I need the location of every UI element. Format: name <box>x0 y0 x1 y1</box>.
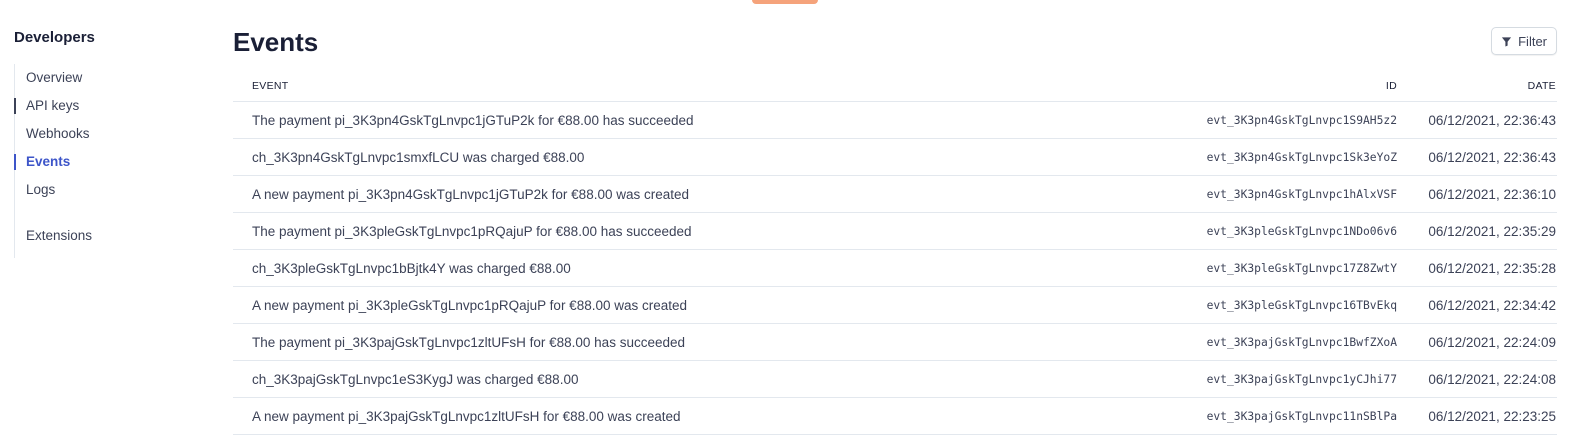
sidebar-item-api-keys[interactable]: API keys <box>14 92 214 120</box>
event-cell: A new payment pi_3K3pajGskTgLnvpc1zltUFs… <box>252 408 681 424</box>
table-row[interactable]: A new payment pi_3K3pajGskTgLnvpc1zltUFs… <box>233 398 1557 435</box>
event-cell: ch_3K3pn4GskTgLnvpc1smxfLCU was charged … <box>252 149 585 165</box>
event-cell: A new payment pi_3K3pn4GskTgLnvpc1jGTuP2… <box>252 186 690 202</box>
event-id-cell: evt_3K3pleGskTgLnvpc17Z8ZwtY <box>1206 261 1397 275</box>
table-body: The payment pi_3K3pn4GskTgLnvpc1jGTuP2k … <box>233 102 1557 435</box>
event-id-cell: evt_3K3pn4GskTgLnvpc1S9AH5z2 <box>1206 113 1397 127</box>
event-id-cell: evt_3K3pajGskTgLnvpc11nSBlPa <box>1206 409 1397 423</box>
filter-funnel-icon <box>1501 36 1512 47</box>
sidebar-item-events[interactable]: Events <box>14 148 214 176</box>
sidebar-nav: Overview API keys Webhooks Events Logs E… <box>14 64 214 258</box>
top-accent-tab <box>752 0 818 4</box>
event-cell: ch_3K3pajGskTgLnvpc1eS3KygJ was charged … <box>252 371 579 387</box>
event-cell: The payment pi_3K3pajGskTgLnvpc1zltUFsH … <box>252 334 685 350</box>
sidebar-item-webhooks[interactable]: Webhooks <box>15 120 214 148</box>
event-id-cell: evt_3K3pn4GskTgLnvpc1Sk3eYoZ <box>1206 150 1397 164</box>
event-cell: ch_3K3pleGskTgLnvpc1bBjtk4Y was charged … <box>252 260 571 276</box>
sidebar-item-logs[interactable]: Logs <box>15 176 214 204</box>
event-date-cell: 06/12/2021, 22:23:25 <box>1428 408 1556 424</box>
event-cell: The payment pi_3K3pn4GskTgLnvpc1jGTuP2k … <box>252 112 694 128</box>
sidebar-title: Developers <box>14 29 95 46</box>
page-title: Events <box>233 27 319 57</box>
event-id-cell: evt_3K3pajGskTgLnvpc1yCJhi77 <box>1206 372 1397 386</box>
filter-button-label: Filter <box>1518 33 1547 49</box>
table-header: EVENT ID DATE <box>233 70 1557 102</box>
sidebar-item-extensions[interactable]: Extensions <box>15 222 214 250</box>
column-header-event[interactable]: EVENT <box>233 80 1183 92</box>
event-cell: The payment pi_3K3pleGskTgLnvpc1pRQajuP … <box>252 223 692 239</box>
table-row[interactable]: A new payment pi_3K3pleGskTgLnvpc1pRQaju… <box>233 287 1557 324</box>
table-row[interactable]: ch_3K3pn4GskTgLnvpc1smxfLCU was charged … <box>233 139 1557 176</box>
event-id-cell: evt_3K3pleGskTgLnvpc16TBvEkq <box>1206 298 1397 312</box>
column-header-date[interactable]: DATE <box>1397 80 1557 92</box>
events-table: EVENT ID DATE The payment pi_3K3pn4GskTg… <box>233 70 1557 435</box>
event-date-cell: 06/12/2021, 22:36:43 <box>1428 112 1556 128</box>
event-cell: A new payment pi_3K3pleGskTgLnvpc1pRQaju… <box>252 297 688 313</box>
event-date-cell: 06/12/2021, 22:24:09 <box>1428 334 1556 350</box>
table-row[interactable]: The payment pi_3K3pn4GskTgLnvpc1jGTuP2k … <box>233 102 1557 139</box>
event-date-cell: 06/12/2021, 22:35:29 <box>1428 223 1556 239</box>
sidebar: Developers Overview API keys Webhooks Ev… <box>14 28 214 258</box>
event-id-cell: evt_3K3pn4GskTgLnvpc1hAlxVSF <box>1206 187 1397 201</box>
table-row[interactable]: ch_3K3pleGskTgLnvpc1bBjtk4Y was charged … <box>233 250 1557 287</box>
event-date-cell: 06/12/2021, 22:36:43 <box>1428 149 1556 165</box>
event-date-cell: 06/12/2021, 22:34:42 <box>1428 297 1556 313</box>
column-header-id[interactable]: ID <box>1183 80 1397 92</box>
main-content: Events Filter EVENT ID DATE The payment … <box>233 24 1557 435</box>
event-id-cell: evt_3K3pleGskTgLnvpc1NDo06v6 <box>1206 224 1397 238</box>
table-row[interactable]: ch_3K3pajGskTgLnvpc1eS3KygJ was charged … <box>233 361 1557 398</box>
table-row[interactable]: A new payment pi_3K3pn4GskTgLnvpc1jGTuP2… <box>233 176 1557 213</box>
sidebar-item-overview[interactable]: Overview <box>15 64 214 92</box>
event-id-cell: evt_3K3pajGskTgLnvpc1BwfZXoA <box>1206 335 1397 349</box>
table-row[interactable]: The payment pi_3K3pajGskTgLnvpc1zltUFsH … <box>233 324 1557 361</box>
filter-button[interactable]: Filter <box>1491 27 1557 55</box>
event-date-cell: 06/12/2021, 22:35:28 <box>1428 260 1556 276</box>
event-date-cell: 06/12/2021, 22:24:08 <box>1428 371 1556 387</box>
table-row[interactable]: The payment pi_3K3pleGskTgLnvpc1pRQajuP … <box>233 213 1557 250</box>
event-date-cell: 06/12/2021, 22:36:10 <box>1428 186 1556 202</box>
